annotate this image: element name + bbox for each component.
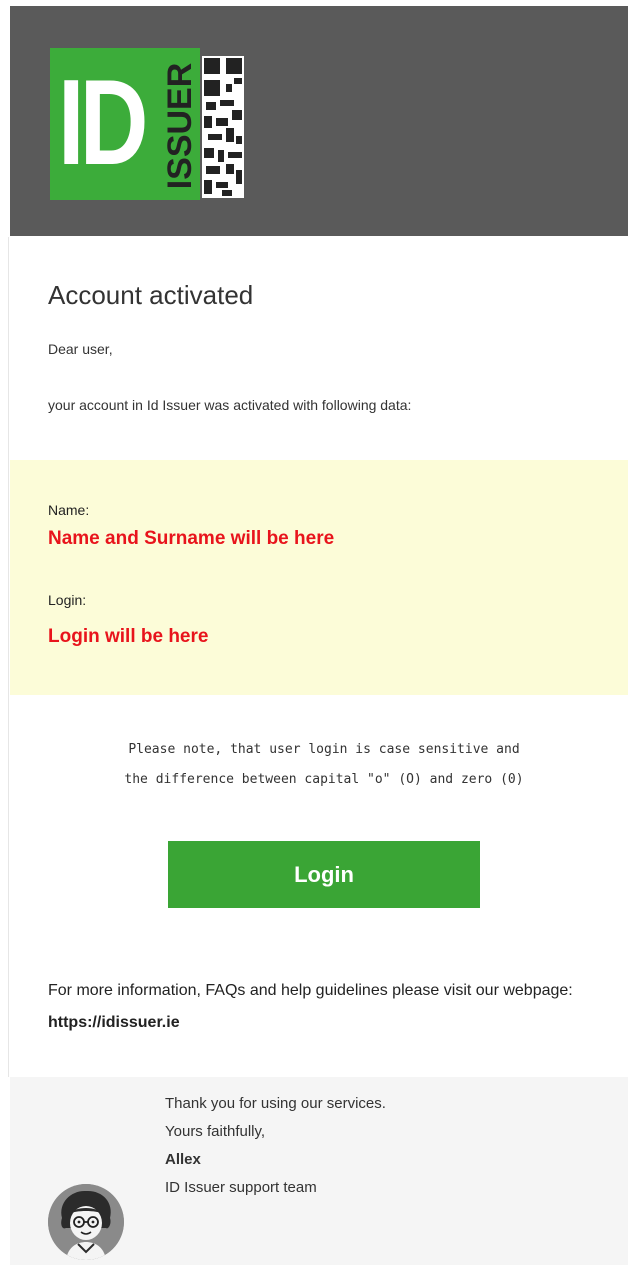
more-info-sentence: For more information, FAQs and help guid… xyxy=(48,982,573,999)
greeting-text: Dear user, xyxy=(48,341,113,357)
closing-text: Yours faithfully, xyxy=(165,1123,266,1140)
thanks-text: Thank you for using our services. xyxy=(165,1095,386,1112)
note-line-2: the difference between capital "o" (O) a… xyxy=(124,772,524,787)
logo-issuer-text: ISSUER xyxy=(161,62,199,190)
email-footer: Thank you for using our services. Yours … xyxy=(10,1077,628,1265)
logo-id-text: ID xyxy=(58,54,148,190)
name-label: Name: xyxy=(48,502,90,518)
more-info-text: For more information, FAQs and help guid… xyxy=(48,975,618,1039)
login-label: Login: xyxy=(48,592,87,608)
logo-issuer-strip: ISSUER xyxy=(160,56,200,196)
note-line-1: Please note, that user login is case sen… xyxy=(128,742,520,757)
intro-text: your account in Id Issuer was activated … xyxy=(48,397,412,413)
login-button[interactable]: Login xyxy=(168,841,480,908)
email-header: ID ISSUER xyxy=(10,6,628,236)
name-value: Name and Surname will be here xyxy=(48,528,335,549)
page-border xyxy=(8,237,9,1077)
email-title: Account activated xyxy=(48,280,254,310)
team-name: ID Issuer support team xyxy=(165,1179,317,1196)
person-icon xyxy=(48,1184,124,1260)
case-sensitivity-note: Please note, that user login is case sen… xyxy=(40,735,608,795)
id-issuer-logo: ID ISSUER xyxy=(50,48,244,200)
logo-green-panel: ID ISSUER xyxy=(50,48,200,200)
support-avatar xyxy=(48,1184,124,1260)
login-value: Login will be here xyxy=(48,626,209,647)
signer-name: Allex xyxy=(165,1151,201,1168)
website-link[interactable]: https://idissuer.ie xyxy=(48,1014,180,1031)
qr-code-icon xyxy=(202,56,244,198)
account-info-box: Name: Name and Surname will be here Logi… xyxy=(10,460,628,695)
